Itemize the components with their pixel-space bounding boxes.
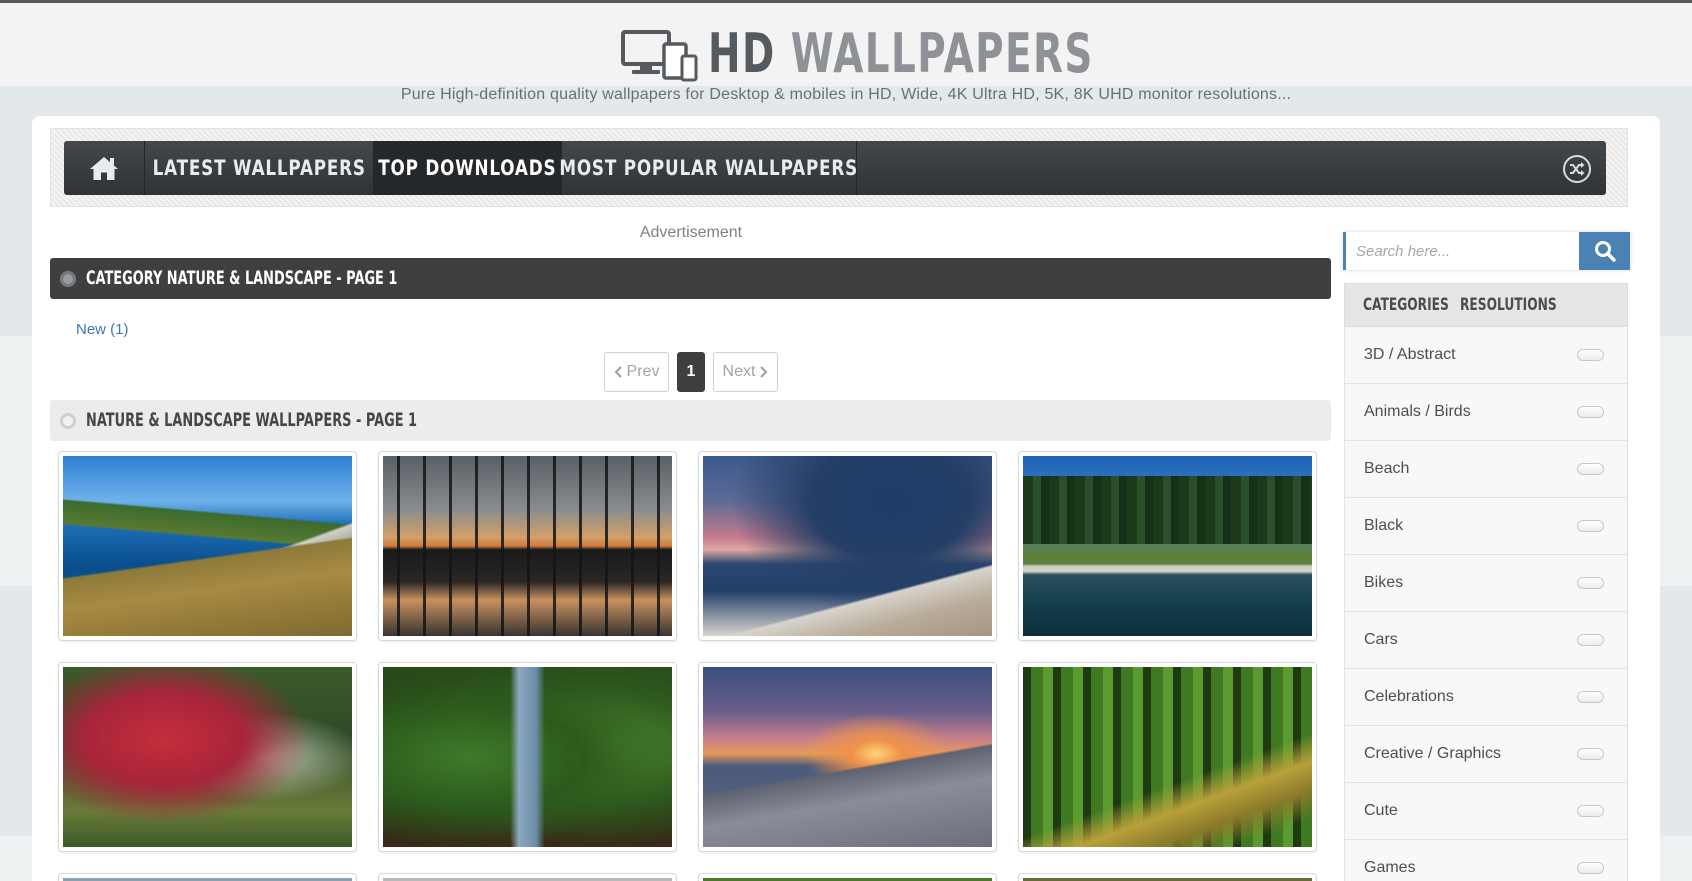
coastal-cliffs-image [63, 456, 352, 636]
wallpaper-thumbnail[interactable] [698, 873, 997, 881]
chevron-left-icon [613, 366, 622, 378]
category-label: Beach [1364, 460, 1410, 477]
wallpaper-thumbnail[interactable] [378, 451, 677, 641]
rocky-shore-sunset-image [703, 667, 992, 847]
logo-wallpapers: WALLPAPERS [790, 22, 1094, 85]
advertisement-label: Advertisement [639, 224, 743, 241]
wallpaper-thumbnail[interactable] [58, 451, 357, 641]
category-label: Bikes [1364, 574, 1404, 591]
bullet-icon [60, 271, 76, 287]
category-label: Creative / Graphics [1364, 745, 1501, 762]
logo-text: HD WALLPAPERS [708, 26, 1094, 82]
category-item[interactable]: Bikes [1344, 555, 1628, 612]
category-item[interactable]: Games [1344, 840, 1628, 881]
tab-categories[interactable]: CATEGORIES [1345, 284, 1455, 326]
pagination-next-label: Next [722, 363, 756, 380]
category-label: 3D / Abstract [1364, 346, 1456, 363]
category-label: Black [1364, 517, 1404, 534]
category-item[interactable]: Celebrations [1344, 669, 1628, 726]
category-list: 3D / Abstract Animals / Birds Beach Blac… [1344, 327, 1628, 881]
forest-path-image [1023, 667, 1312, 847]
nav-latest-label: LATEST WALLPAPERS [152, 156, 366, 180]
subcategory-link-new[interactable]: New (1) [76, 321, 129, 338]
category-item[interactable]: Cars [1344, 612, 1628, 669]
pagination-prev[interactable]: Prev [604, 352, 669, 392]
nav-top-downloads[interactable]: TOP DOWNLOADS [374, 141, 562, 195]
category-label: Animals / Birds [1364, 403, 1471, 420]
category-label: Cars [1364, 631, 1398, 648]
green-forest-stream-image [383, 667, 672, 847]
nav-most-popular-label: MOST POPULAR WALLPAPERS [559, 156, 859, 180]
devices-icon [620, 26, 700, 82]
wallpaper-thumbnail[interactable] [378, 873, 677, 881]
count-pill [1577, 463, 1604, 475]
site-logo[interactable]: HD WALLPAPERS [620, 24, 1244, 84]
wallpaper-thumbnail[interactable] [1018, 451, 1317, 641]
shuffle-icon [1570, 162, 1585, 176]
search-button[interactable] [1579, 232, 1630, 270]
count-pill [1577, 406, 1604, 418]
nav-latest-wallpapers[interactable]: LATEST WALLPAPERS [145, 141, 374, 195]
tree-silhouette-lake-image [383, 456, 672, 636]
site-tagline: Pure High-definition quality wallpapers … [400, 86, 1292, 103]
category-title-bar: CATEGORY NATURE & LANDSCAPE - PAGE 1 [50, 258, 1331, 299]
count-pill [1577, 862, 1604, 874]
wallpapers-title: NATURE & LANDSCAPE WALLPAPERS - PAGE 1 [86, 409, 418, 431]
bullet-icon [60, 413, 76, 429]
category-item[interactable]: Creative / Graphics [1344, 726, 1628, 783]
forest-lake-image [1023, 456, 1312, 636]
search-box [1343, 232, 1630, 270]
pagination-prev-label: Prev [626, 363, 660, 380]
search-icon [1594, 241, 1616, 262]
category-item[interactable]: Beach [1344, 441, 1628, 498]
count-pill [1577, 520, 1604, 532]
wallpaper-thumbnail[interactable] [1018, 873, 1317, 881]
count-pill [1577, 349, 1604, 361]
search-input[interactable] [1343, 232, 1579, 270]
chevron-right-icon [760, 366, 769, 378]
category-item[interactable]: Cute [1344, 783, 1628, 840]
sidebar-tabs: CATEGORIES RESOLUTIONS [1344, 283, 1628, 327]
home-icon [90, 157, 118, 180]
wallpaper-thumbnail[interactable] [698, 662, 997, 852]
logo-hd: HD [708, 22, 776, 85]
red-autumn-tree-image [63, 667, 352, 847]
category-item[interactable]: 3D / Abstract [1344, 327, 1628, 384]
wallpaper-thumbnail[interactable] [58, 873, 357, 881]
category-item[interactable]: Black [1344, 498, 1628, 555]
pagination-current[interactable]: 1 [677, 352, 705, 392]
tab-categories-label: CATEGORIES [1363, 295, 1449, 315]
wallpapers-title-bar: NATURE & LANDSCAPE WALLPAPERS - PAGE 1 [50, 400, 1331, 441]
storm-beach-image [703, 456, 992, 636]
count-pill [1577, 691, 1604, 703]
count-pill [1577, 748, 1604, 760]
main-nav: LATEST WALLPAPERS TOP DOWNLOADS MOST POP… [64, 141, 1606, 195]
shuffle-button[interactable] [1563, 155, 1591, 183]
nav-home[interactable] [64, 141, 145, 195]
count-pill [1577, 634, 1604, 646]
category-label: Celebrations [1364, 688, 1454, 705]
category-label: Cute [1364, 802, 1398, 819]
nav-most-popular[interactable]: MOST POPULAR WALLPAPERS [559, 141, 859, 195]
wallpaper-thumbnail[interactable] [58, 662, 357, 852]
count-pill [1577, 577, 1604, 589]
wallpaper-thumbnail[interactable] [378, 662, 677, 852]
category-title: CATEGORY NATURE & LANDSCAPE - PAGE 1 [86, 267, 398, 289]
tab-resolutions-label: RESOLUTIONS [1460, 295, 1557, 315]
wallpaper-thumbnail[interactable] [1018, 662, 1317, 852]
tab-resolutions[interactable]: RESOLUTIONS [1455, 284, 1594, 326]
category-item[interactable]: Animals / Birds [1344, 384, 1628, 441]
category-label: Games [1364, 859, 1416, 876]
wallpaper-thumbnail[interactable] [698, 451, 997, 641]
pagination-next[interactable]: Next [713, 352, 778, 392]
nav-top-downloads-label: TOP DOWNLOADS [378, 156, 557, 180]
count-pill [1577, 805, 1604, 817]
